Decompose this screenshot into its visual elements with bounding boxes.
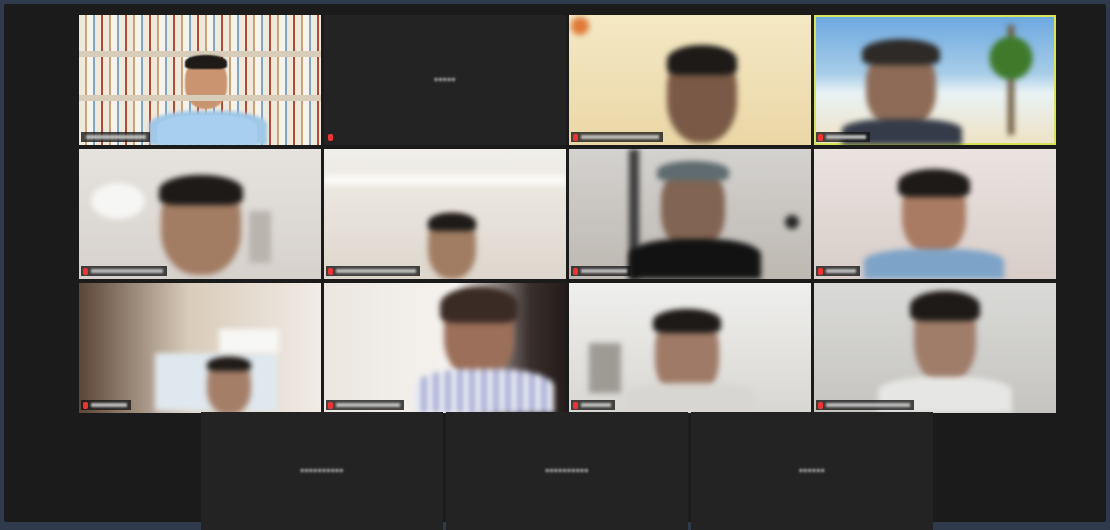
participant-name: •••••• bbox=[798, 465, 826, 477]
participant-nameplate bbox=[81, 132, 150, 142]
meeting-window: ••••• •••••••••• •••••••••• •••••• bbox=[4, 4, 1106, 530]
participant-tile-7[interactable] bbox=[569, 149, 811, 279]
participant-nameplate bbox=[571, 266, 631, 276]
no-video-participant-tile-3[interactable]: •••••• bbox=[691, 412, 933, 530]
mic-muted-icon bbox=[83, 267, 88, 275]
mic-muted-icon bbox=[818, 267, 823, 275]
no-video-participants-row: •••••••••• •••••••••• •••••• bbox=[201, 412, 933, 530]
mic-muted-icon bbox=[328, 133, 333, 141]
participant-tile-6[interactable] bbox=[324, 149, 566, 279]
participant-tile-12[interactable] bbox=[814, 283, 1056, 413]
participant-nameplate bbox=[571, 400, 615, 410]
participant-name: •••••••••• bbox=[545, 465, 589, 477]
participant-nameplate bbox=[816, 266, 860, 276]
palm-tree-background bbox=[976, 25, 1046, 135]
participant-tile-8[interactable] bbox=[814, 149, 1056, 279]
participant-nameplate bbox=[81, 266, 167, 276]
participant-nameplate bbox=[326, 400, 404, 410]
participant-name: •••••••••• bbox=[300, 465, 344, 477]
mic-muted-icon bbox=[328, 267, 333, 275]
no-video-participant-tile-2[interactable]: •••••••••• bbox=[446, 412, 688, 530]
video-gallery-grid: ••••• bbox=[79, 15, 1056, 413]
participant-nameplate bbox=[326, 266, 420, 276]
participant-nameplate bbox=[81, 400, 131, 410]
avatar-icon bbox=[571, 17, 589, 35]
participant-tile-1[interactable] bbox=[79, 15, 321, 145]
participant-tile-10[interactable] bbox=[324, 283, 566, 413]
participant-tile-2[interactable]: ••••• bbox=[324, 15, 566, 145]
mic-muted-icon bbox=[573, 133, 578, 141]
mic-muted-icon bbox=[818, 133, 823, 141]
participant-nameplate bbox=[326, 132, 337, 142]
no-video-participant-tile-1[interactable]: •••••••••• bbox=[201, 412, 443, 530]
participant-tile-11[interactable] bbox=[569, 283, 811, 413]
mic-muted-icon bbox=[328, 401, 333, 409]
clock-icon bbox=[785, 215, 799, 229]
participant-tile-9[interactable] bbox=[79, 283, 321, 413]
mic-muted-icon bbox=[573, 401, 578, 409]
participant-nameplate bbox=[571, 132, 663, 142]
participant-nameplate bbox=[816, 132, 870, 142]
mic-muted-icon bbox=[818, 401, 823, 409]
participant-name: ••••• bbox=[434, 74, 456, 86]
mic-muted-icon bbox=[573, 267, 578, 275]
participant-tile-5[interactable] bbox=[79, 149, 321, 279]
mic-muted-icon bbox=[83, 401, 88, 409]
ceiling-lamp bbox=[91, 183, 145, 219]
participant-nameplate bbox=[816, 400, 914, 410]
participant-tile-4-active-speaker[interactable] bbox=[814, 15, 1056, 145]
participant-tile-3[interactable] bbox=[569, 15, 811, 145]
